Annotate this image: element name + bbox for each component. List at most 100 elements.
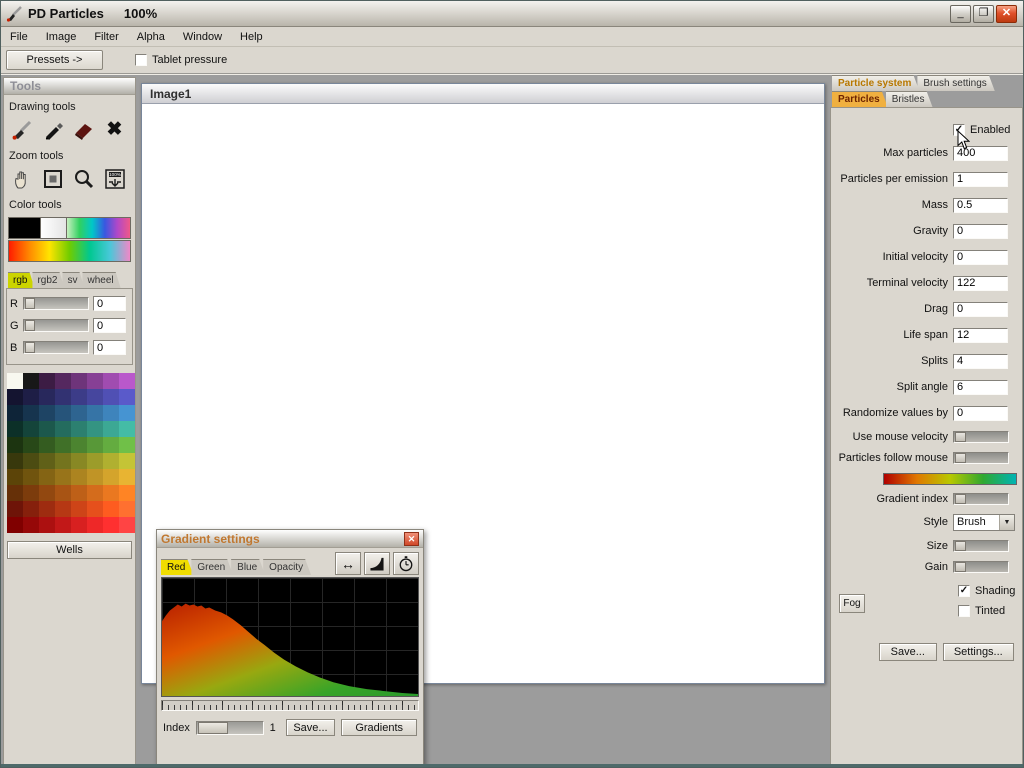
palette-swatch[interactable] (23, 389, 39, 405)
pan-hand-icon[interactable] (8, 165, 35, 192)
palette-swatch[interactable] (71, 517, 87, 533)
gain-slider-thumb[interactable] (955, 562, 966, 572)
hue-strip-picker[interactable] (8, 240, 131, 262)
palette-swatch[interactable] (87, 405, 103, 421)
gradients-button[interactable]: Gradients (341, 719, 417, 736)
close-button[interactable]: ✕ (996, 5, 1017, 23)
palette-swatch[interactable] (87, 517, 103, 533)
tab-particles[interactable]: Particles (832, 91, 888, 107)
palette-swatch[interactable] (71, 373, 87, 389)
menu-item-filter[interactable]: Filter (85, 28, 127, 46)
gradient-tab-red[interactable]: Red (161, 559, 193, 575)
wells-button[interactable]: Wells (7, 541, 132, 559)
curve-preset-icon[interactable] (364, 552, 390, 575)
palette-swatch[interactable] (7, 485, 23, 501)
palette-swatch[interactable] (103, 373, 119, 389)
palette-swatch[interactable] (23, 437, 39, 453)
palette-swatch[interactable] (7, 453, 23, 469)
palette-swatch[interactable] (7, 373, 23, 389)
palette-swatch[interactable] (55, 453, 71, 469)
menu-item-window[interactable]: Window (174, 28, 231, 46)
palette-swatch[interactable] (103, 389, 119, 405)
palette-swatch[interactable] (71, 405, 87, 421)
gradient-index-slider[interactable] (953, 493, 1009, 505)
gain-slider[interactable] (953, 561, 1009, 573)
particle-gradient-preview[interactable] (883, 473, 1017, 485)
use-mouse-velocity-slider[interactable] (953, 431, 1009, 443)
palette-swatch[interactable] (103, 501, 119, 517)
palette-swatch[interactable] (119, 405, 135, 421)
tablet-pressure-option[interactable]: Tablet pressure (135, 54, 227, 66)
tablet-pressure-checkbox[interactable] (135, 54, 147, 66)
field-input-terminal-velocity[interactable] (953, 276, 1008, 291)
field-input-mass[interactable] (953, 198, 1008, 213)
color-tab-sv[interactable]: sv (62, 272, 84, 288)
field-input-splits[interactable] (953, 354, 1008, 369)
palette-swatch[interactable] (103, 437, 119, 453)
palette-swatch[interactable] (87, 373, 103, 389)
palette-swatch[interactable] (87, 453, 103, 469)
palette-swatch[interactable] (39, 405, 55, 421)
pen-tool-icon[interactable] (39, 116, 66, 143)
image-window-titlebar[interactable]: Image1 (142, 84, 824, 104)
palette-swatch[interactable] (39, 485, 55, 501)
palette-swatch[interactable] (23, 501, 39, 517)
palette-swatch[interactable] (71, 501, 87, 517)
presets-button[interactable]: Pressets -> (6, 50, 103, 70)
gradient-index-slider-thumb[interactable] (955, 494, 966, 504)
gradient-close-button[interactable]: ✕ (404, 532, 419, 546)
palette-swatch[interactable] (23, 453, 39, 469)
palette-swatch[interactable] (71, 421, 87, 437)
palette-swatch[interactable] (23, 485, 39, 501)
palette-swatch[interactable] (119, 389, 135, 405)
style-dropdown[interactable]: Brush ▼ (953, 514, 1015, 531)
palette-swatch[interactable] (103, 421, 119, 437)
palette-swatch[interactable] (103, 405, 119, 421)
tinted-checkbox[interactable] (958, 605, 970, 617)
palette-swatch[interactable] (7, 469, 23, 485)
index-slider[interactable] (196, 721, 264, 735)
palette-swatch[interactable] (103, 469, 119, 485)
palette-swatch[interactable] (71, 437, 87, 453)
fog-button[interactable]: Fog (839, 594, 865, 613)
tab-particle-system[interactable]: Particle system (832, 75, 919, 91)
particle-save-button[interactable]: Save... (879, 643, 937, 661)
menu-item-help[interactable]: Help (231, 28, 272, 46)
particle-settings-button[interactable]: Settings... (943, 643, 1014, 661)
magnifier-icon[interactable] (70, 165, 97, 192)
frame-zoom-icon[interactable] (39, 165, 66, 192)
palette-swatch[interactable] (55, 517, 71, 533)
palette-swatch[interactable] (119, 421, 135, 437)
maximize-button[interactable]: ❐ (973, 5, 994, 23)
eraser-tool-icon[interactable] (70, 116, 97, 143)
palette-swatch[interactable] (23, 421, 39, 437)
palette-swatch[interactable] (87, 421, 103, 437)
palette-swatch[interactable] (39, 373, 55, 389)
palette-swatch[interactable] (71, 389, 87, 405)
palette-swatch[interactable] (87, 469, 103, 485)
zoom-100-icon[interactable]: 100% (101, 165, 128, 192)
field-input-split-angle[interactable] (953, 380, 1008, 395)
field-input-particles-per-emission[interactable] (953, 172, 1008, 187)
palette-swatch[interactable] (39, 501, 55, 517)
field-input-gravity[interactable] (953, 224, 1008, 239)
palette-swatch[interactable] (39, 469, 55, 485)
spectrum-picker[interactable] (67, 217, 131, 239)
color-tab-wheel[interactable]: wheel (82, 272, 120, 288)
palette-swatch[interactable] (39, 453, 55, 469)
field-input-randomize-values-by[interactable] (953, 406, 1008, 421)
tab-brush-settings[interactable]: Brush settings (917, 75, 994, 91)
chevron-down-icon[interactable]: ▼ (999, 515, 1014, 530)
palette-swatch[interactable] (55, 373, 71, 389)
palette-swatch[interactable] (119, 517, 135, 533)
primary-color-swatch[interactable] (8, 217, 41, 239)
gradient-tab-blue[interactable]: Blue (231, 559, 265, 575)
palette-swatch[interactable] (87, 485, 103, 501)
palette-swatch[interactable] (23, 373, 39, 389)
rgb-slider-track[interactable] (23, 319, 89, 332)
field-input-life-span[interactable] (953, 328, 1008, 343)
rgb-slider-track[interactable] (23, 297, 89, 310)
rgb-slider-thumb[interactable] (25, 342, 35, 353)
rgb-slider-track[interactable] (23, 341, 89, 354)
menu-item-alpha[interactable]: Alpha (128, 28, 174, 46)
